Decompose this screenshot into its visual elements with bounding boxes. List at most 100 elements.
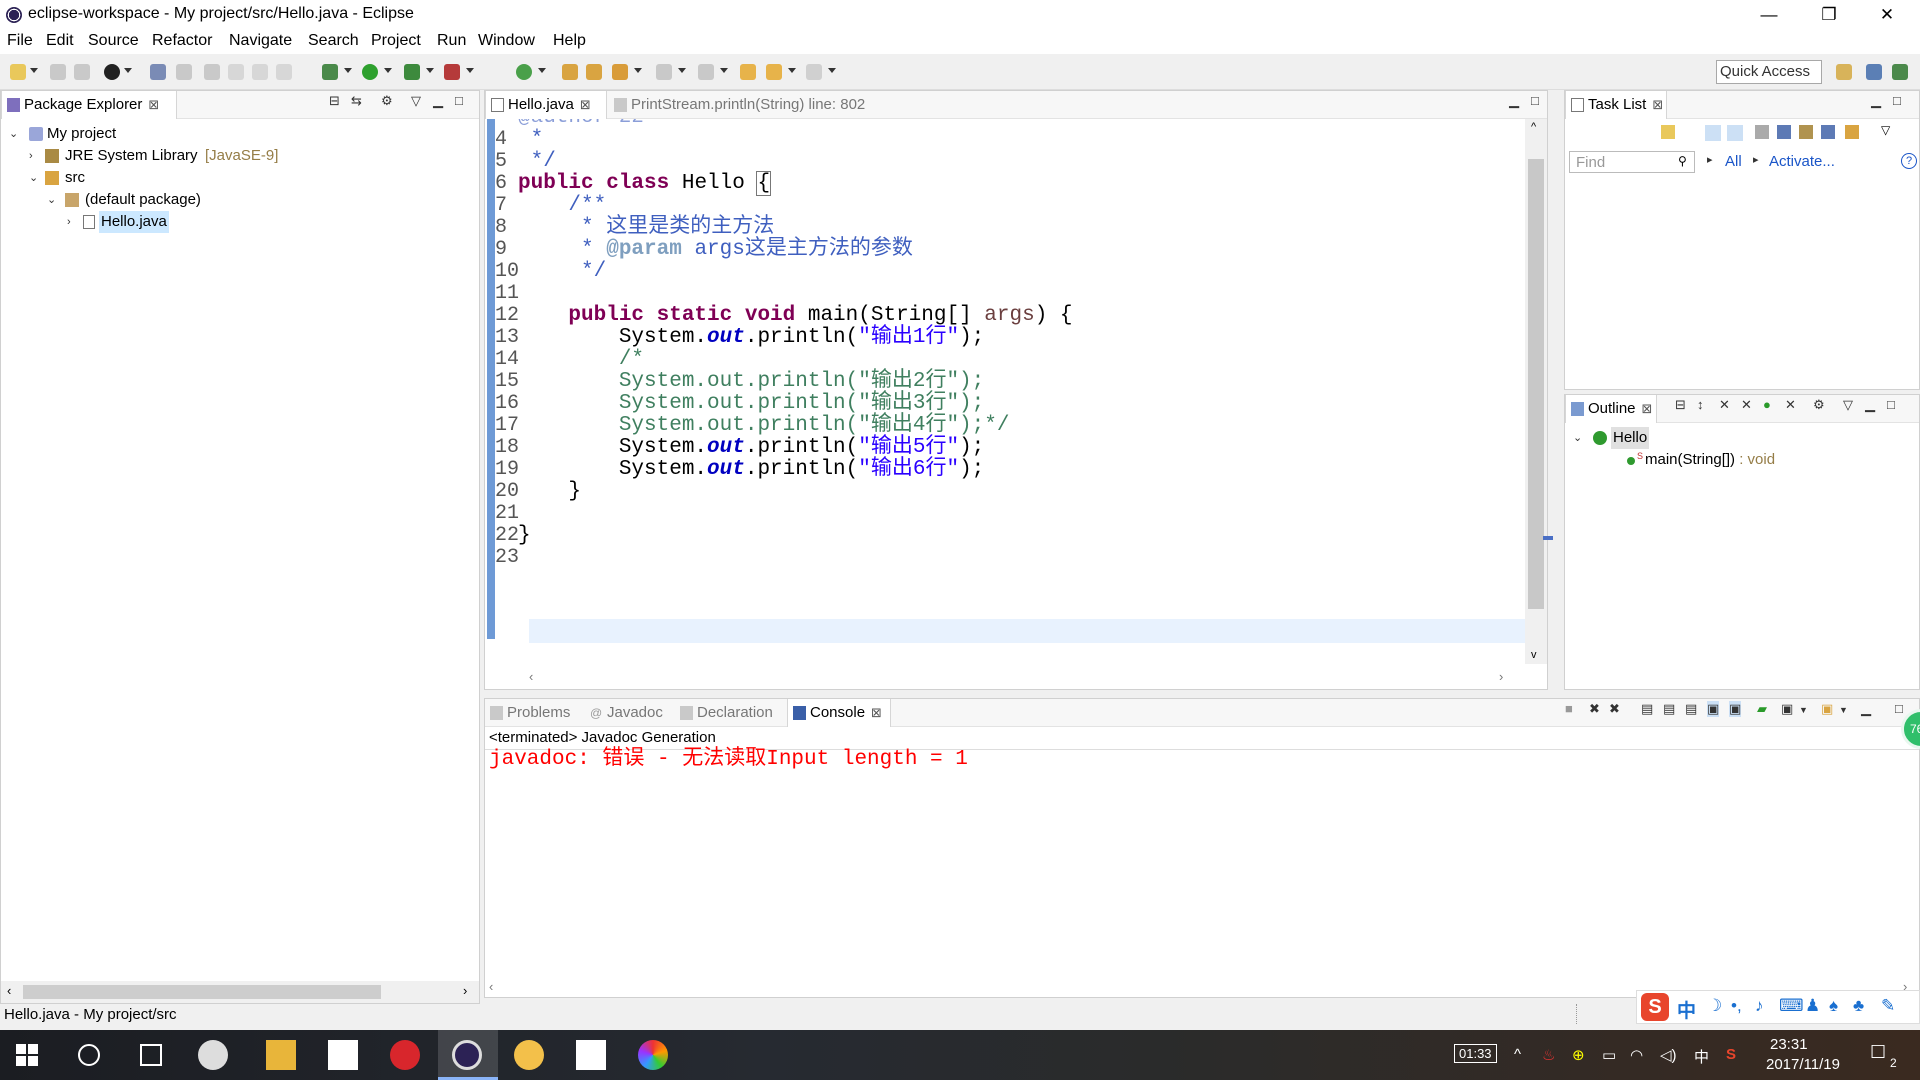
show-stderr-icon[interactable]: ▣: [1729, 701, 1742, 717]
debug-icon[interactable]: [322, 64, 338, 80]
scheduled-icon[interactable]: [1727, 125, 1743, 141]
filter-icon[interactable]: [1799, 125, 1813, 139]
close-tab-icon[interactable]: ⊠: [1652, 97, 1663, 112]
scrollbar-thumb[interactable]: [23, 985, 381, 999]
chevron-down-icon[interactable]: ⌄: [29, 167, 38, 189]
outline-method-main[interactable]: S main(String[]) : void: [1621, 449, 1871, 471]
collapse-all-icon[interactable]: ⊟: [1675, 397, 1686, 413]
input-lang[interactable]: 中: [1694, 1046, 1709, 1067]
debug-perspective-icon[interactable]: [1892, 64, 1908, 80]
maximize-view-icon[interactable]: □: [1887, 397, 1895, 412]
chevron-down-icon[interactable]: ⌄: [47, 189, 56, 211]
maximize-view-icon[interactable]: □: [455, 93, 463, 108]
tab-hello-java[interactable]: Hello.java ⊠: [485, 91, 607, 119]
chevron-down-icon[interactable]: ⌄: [9, 123, 18, 145]
profile-icon[interactable]: [104, 64, 120, 80]
view-dropdown-icon[interactable]: ▽: [1881, 123, 1890, 137]
minimize-button[interactable]: —: [1740, 0, 1798, 30]
chevron-down-icon[interactable]: ▼: [1799, 705, 1808, 715]
eclipse-taskbar-button[interactable]: [438, 1030, 498, 1080]
microphone-icon[interactable]: ♪: [1755, 996, 1764, 1016]
tab-task-list[interactable]: Task List ⊠: [1565, 91, 1667, 119]
view-dropdown-icon[interactable]: ▽: [1843, 397, 1853, 413]
chevron-up-icon[interactable]: ^: [1514, 1046, 1521, 1063]
ime-toolbar[interactable]: S 中 ☽ •, ♪ ⌨ ♟ ♠ ♣ ✎: [1636, 990, 1920, 1024]
sync-icon[interactable]: [1845, 125, 1859, 139]
menu-edit[interactable]: Edit: [46, 32, 74, 50]
open-console-icon[interactable]: ▣: [1821, 701, 1833, 717]
open-type-icon[interactable]: [562, 64, 578, 80]
forward-icon[interactable]: [806, 64, 822, 80]
search-circle-icon[interactable]: [78, 1044, 100, 1066]
menu-source[interactable]: Source: [88, 32, 139, 50]
punctuation-icon[interactable]: •,: [1731, 996, 1742, 1016]
skip-breakpoints-icon[interactable]: [150, 64, 166, 80]
pinwheel-app-icon[interactable]: [198, 1040, 228, 1070]
hide-local-icon[interactable]: ✕: [1785, 397, 1796, 413]
scrollbar-thumb[interactable]: [1528, 159, 1544, 609]
file-explorer-icon[interactable]: [266, 1040, 296, 1070]
hide-static-icon[interactable]: ✕: [1741, 397, 1752, 413]
close-tab-icon[interactable]: ⊠: [148, 97, 159, 112]
code-area[interactable]: @author zz 4 * 5 */ 6public class Hello …: [485, 119, 1525, 662]
collapse-all-icon[interactable]: [1821, 125, 1835, 139]
menu-window[interactable]: Window: [478, 32, 535, 50]
terminate-icon[interactable]: ■: [1565, 701, 1573, 716]
qq-game-icon[interactable]: [514, 1040, 544, 1070]
skin-icon[interactable]: ♠: [1829, 996, 1838, 1016]
chevron-down-icon[interactable]: ▼: [1839, 705, 1848, 715]
task-find-input[interactable]: Find ⚲: [1569, 151, 1695, 173]
search-icon[interactable]: [612, 64, 628, 80]
view-menu-icon[interactable]: ⚙: [1813, 397, 1825, 413]
horizontal-scrollbar[interactable]: ‹ ›: [1, 981, 479, 1003]
tree-hello-java[interactable]: › Hello.java: [67, 211, 187, 233]
clock-date[interactable]: 2017/11/19: [1766, 1056, 1840, 1073]
save-all-icon[interactable]: [74, 64, 90, 80]
tray-plus-icon[interactable]: ⊕: [1572, 1046, 1585, 1064]
console-output[interactable]: javadoc: 错误 - 无法读取Input length = 1: [489, 741, 968, 771]
minimize-view-icon[interactable]: ▁: [1865, 397, 1875, 413]
hide-nonpublic-icon[interactable]: ●: [1763, 397, 1771, 412]
task-view-icon[interactable]: [140, 1044, 162, 1066]
new-java-project-icon[interactable]: [516, 64, 532, 80]
tab-declaration[interactable]: Declaration: [675, 699, 785, 727]
quick-access-field[interactable]: Quick Access: [1716, 60, 1822, 84]
tab-package-explorer[interactable]: Package Explorer ⊠: [1, 91, 177, 119]
overview-ruler-mark[interactable]: [1543, 536, 1553, 540]
prev-annotation-icon[interactable]: [698, 64, 714, 80]
pin-console-icon[interactable]: ▰: [1757, 701, 1767, 717]
tray-app-icon[interactable]: ♨: [1542, 1046, 1555, 1064]
open-perspective-icon[interactable]: [1836, 64, 1852, 80]
maximize-view-icon[interactable]: □: [1895, 701, 1903, 716]
hide-fields-icon[interactable]: ✕: [1719, 397, 1730, 413]
last-edit-icon[interactable]: [740, 64, 756, 80]
coverage-icon[interactable]: [404, 64, 420, 80]
hide-completed-icon[interactable]: [1777, 125, 1791, 139]
clear-console-icon[interactable]: ▤: [1641, 701, 1653, 717]
suspend-icon[interactable]: [252, 64, 268, 80]
tab-javadoc[interactable]: @ Javadoc: [585, 699, 673, 727]
open-task-icon[interactable]: [586, 64, 602, 80]
close-tab-icon[interactable]: ⊠: [871, 705, 882, 720]
collapse-all-icon[interactable]: ⊟: [329, 93, 340, 109]
categorized-icon[interactable]: [1705, 125, 1721, 141]
settings-wrench-icon[interactable]: ✎: [1881, 996, 1895, 1016]
toolbox-icon[interactable]: ♣: [1853, 996, 1864, 1016]
remove-launch-icon[interactable]: ✖: [1589, 701, 1600, 717]
tree-default-package[interactable]: ⌄ (default package): [47, 189, 267, 211]
sogou-tray-icon[interactable]: S: [1726, 1046, 1736, 1063]
close-tab-icon[interactable]: ⊠: [580, 97, 591, 112]
timer-badge[interactable]: 01:33: [1454, 1044, 1497, 1063]
restore-button[interactable]: ❐: [1800, 0, 1858, 30]
next-annotation-icon[interactable]: [656, 64, 672, 80]
menu-refactor[interactable]: Refactor: [152, 32, 212, 50]
close-tab-icon[interactable]: ⊠: [1642, 401, 1653, 416]
menu-navigate[interactable]: Navigate: [229, 32, 292, 50]
help-icon[interactable]: ?: [1901, 153, 1917, 169]
external-tools-icon[interactable]: [444, 64, 460, 80]
remove-all-icon[interactable]: ✖: [1609, 701, 1620, 717]
store-icon[interactable]: [328, 1040, 358, 1070]
menu-help[interactable]: Help: [553, 32, 586, 50]
minimize-view-icon[interactable]: ▁: [1509, 93, 1519, 109]
user-icon[interactable]: ♟: [1805, 996, 1820, 1016]
